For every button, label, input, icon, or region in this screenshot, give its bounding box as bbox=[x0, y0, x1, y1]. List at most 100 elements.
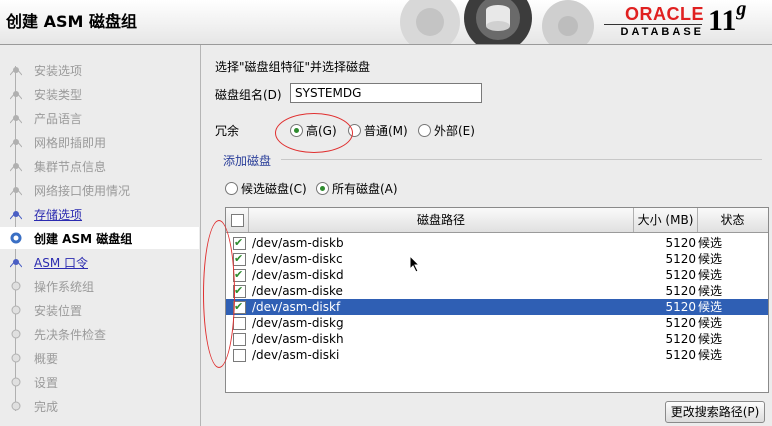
step-item: 安装选项 bbox=[0, 59, 199, 81]
gears-graphic bbox=[400, 0, 594, 44]
step-label: 先决条件检查 bbox=[34, 328, 107, 342]
step-item: 设置 bbox=[0, 371, 199, 393]
disk-group-name-input[interactable]: SYSTEMDG bbox=[290, 83, 482, 103]
radio-label: 普通(M) bbox=[364, 124, 408, 138]
change-search-path-button[interactable]: 更改搜索路径(P) bbox=[665, 401, 765, 423]
row-checkbox[interactable] bbox=[233, 251, 246, 267]
step-item: 安装类型 bbox=[0, 83, 199, 105]
step-label: 安装位置 bbox=[34, 304, 83, 318]
mouse-cursor-icon bbox=[409, 255, 421, 273]
radio-redundancy-external[interactable]: 外部(E) bbox=[418, 122, 475, 139]
step-pending-icon bbox=[11, 281, 21, 291]
row-checkbox[interactable] bbox=[233, 299, 246, 315]
redundancy-label: 冗余 bbox=[215, 124, 240, 138]
steps-sidebar: 安装选项安装类型 产品语言网格即插即用集群节点信息网络接口使用情况 存储选项创建 A… bbox=[0, 45, 201, 426]
table-row[interactable]: /dev/asm-diskh 5120 候选 bbox=[226, 331, 768, 347]
step-label: 安装选项 bbox=[34, 64, 83, 78]
step-label: 概要 bbox=[34, 352, 59, 366]
disk-size-cell: 5120 bbox=[665, 236, 696, 250]
disk-path-cell: /dev/asm-diskc bbox=[252, 252, 343, 266]
step-done-icon bbox=[10, 115, 22, 124]
oracle-logo: ORACLE DATABASE bbox=[604, 4, 704, 40]
radio-all-disks[interactable]: 所有磁盘(A) bbox=[316, 180, 398, 197]
step-item: 概要 bbox=[0, 347, 199, 369]
disk-status-cell: 候选 bbox=[698, 332, 723, 346]
row-checkbox[interactable] bbox=[233, 333, 246, 346]
step-item: 操作系统组 bbox=[0, 275, 199, 297]
step-label: ASM 口令 bbox=[34, 256, 88, 270]
database-wordmark: DATABASE bbox=[620, 26, 704, 38]
logo-divider bbox=[604, 24, 702, 25]
table-row[interactable]: /dev/asm-diskc 5120候选 bbox=[226, 251, 768, 267]
disk-size-cell: 5120 bbox=[665, 316, 696, 330]
window-header: 创建 ASM 磁盘组 ORACLE DATABASE 11g bbox=[0, 0, 772, 45]
disk-path-cell: /dev/asm-diskd bbox=[252, 268, 344, 282]
step-item[interactable]: 存储选项 bbox=[0, 203, 199, 225]
step-label: 操作系统组 bbox=[34, 280, 95, 294]
disk-status-cell: 候选 bbox=[698, 348, 723, 362]
disk-status-cell: 候选 bbox=[698, 300, 723, 314]
step-pending-icon bbox=[11, 353, 21, 363]
oracle-wordmark: ORACLE bbox=[625, 4, 704, 24]
column-header-status[interactable]: 状态 bbox=[698, 208, 767, 232]
version-number: 11 bbox=[708, 4, 737, 37]
table-row[interactable]: /dev/asm-diski 5120 候选 bbox=[226, 347, 768, 363]
disk-path-cell: /dev/asm-diski bbox=[252, 348, 340, 362]
disk-size-cell: 5120 bbox=[665, 284, 696, 298]
step-current-icon bbox=[10, 232, 22, 244]
step-done-icon bbox=[10, 187, 22, 196]
main-panel: 选择"磁盘组特征"并选择磁盘 磁盘组名(D) SYSTEMDG 冗余 高(G) … bbox=[201, 45, 772, 426]
step-label: 网络接口使用情况 bbox=[34, 184, 131, 198]
step-item: 完成 bbox=[0, 395, 199, 417]
step-label: 网格即插即用 bbox=[34, 136, 107, 150]
table-row[interactable]: /dev/asm-diskb 5120候选 bbox=[226, 235, 768, 251]
table-row[interactable]: /dev/asm-diskd 5120候选 bbox=[226, 267, 768, 283]
disk-status-cell: 候选 bbox=[698, 252, 723, 266]
step-done-icon bbox=[10, 91, 22, 100]
radio-dot[interactable] bbox=[418, 124, 431, 137]
radio-label: 所有磁盘(A) bbox=[332, 182, 398, 196]
instruction-text: 选择"磁盘组特征"并选择磁盘 bbox=[215, 60, 371, 74]
step-label: 设置 bbox=[34, 376, 59, 390]
step-pending-icon bbox=[11, 305, 21, 315]
step-label: 存储选项 bbox=[34, 208, 83, 222]
step-label: 创建 ASM 磁盘组 bbox=[34, 232, 133, 246]
disk-path-cell: /dev/asm-diskg bbox=[252, 316, 344, 330]
select-all-header[interactable] bbox=[226, 208, 249, 232]
row-checkbox[interactable] bbox=[233, 235, 246, 251]
table-row[interactable]: /dev/asm-diske 5120候选 bbox=[226, 283, 768, 299]
step-item[interactable]: ASM 口令 bbox=[0, 251, 199, 273]
disk-size-cell: 5120 bbox=[665, 268, 696, 282]
table-row[interactable]: /dev/asm-diskg 5120 候选 bbox=[226, 315, 768, 331]
step-done-icon bbox=[10, 139, 22, 148]
table-row[interactable]: /dev/asm-diskf 5120候选 bbox=[226, 299, 768, 315]
radio-dot[interactable] bbox=[316, 182, 329, 195]
step-item[interactable]: 创建 ASM 磁盘组 bbox=[0, 227, 199, 249]
disk-size-cell: 5120 bbox=[665, 252, 696, 266]
column-header-path[interactable]: 磁盘路径 bbox=[249, 208, 634, 232]
annotation-ellipse bbox=[275, 113, 353, 153]
disk-path-cell: /dev/asm-diskf bbox=[252, 300, 341, 314]
step-item: 网络接口使用情况 bbox=[0, 179, 199, 201]
step-item: 产品语言 bbox=[0, 107, 199, 129]
disk-path-cell: /dev/asm-diskb bbox=[252, 236, 344, 250]
disk-path-cell: /dev/asm-diske bbox=[252, 284, 343, 298]
radio-dot[interactable] bbox=[225, 182, 238, 195]
radio-redundancy-normal[interactable]: 普通(M) bbox=[348, 122, 408, 139]
radio-candidate-disks[interactable]: 候选磁盘(C) bbox=[225, 180, 307, 197]
step-link-icon bbox=[10, 259, 22, 268]
column-header-size[interactable]: 大小 (MB) bbox=[634, 208, 698, 232]
disk-status-cell: 候选 bbox=[698, 284, 723, 298]
row-checkbox[interactable] bbox=[233, 317, 246, 330]
step-item: 先决条件检查 bbox=[0, 323, 199, 345]
step-pending-icon bbox=[11, 377, 21, 387]
step-item: 集群节点信息 bbox=[0, 155, 199, 177]
disk-status-cell: 候选 bbox=[698, 236, 723, 250]
row-checkbox[interactable] bbox=[233, 267, 246, 283]
step-item: 网格即插即用 bbox=[0, 131, 199, 153]
step-done-icon bbox=[10, 163, 22, 172]
version-logo: 11g bbox=[708, 0, 746, 38]
select-all-checkbox[interactable] bbox=[231, 214, 244, 227]
row-checkbox[interactable] bbox=[233, 349, 246, 362]
page-title: 创建 ASM 磁盘组 bbox=[6, 12, 137, 31]
